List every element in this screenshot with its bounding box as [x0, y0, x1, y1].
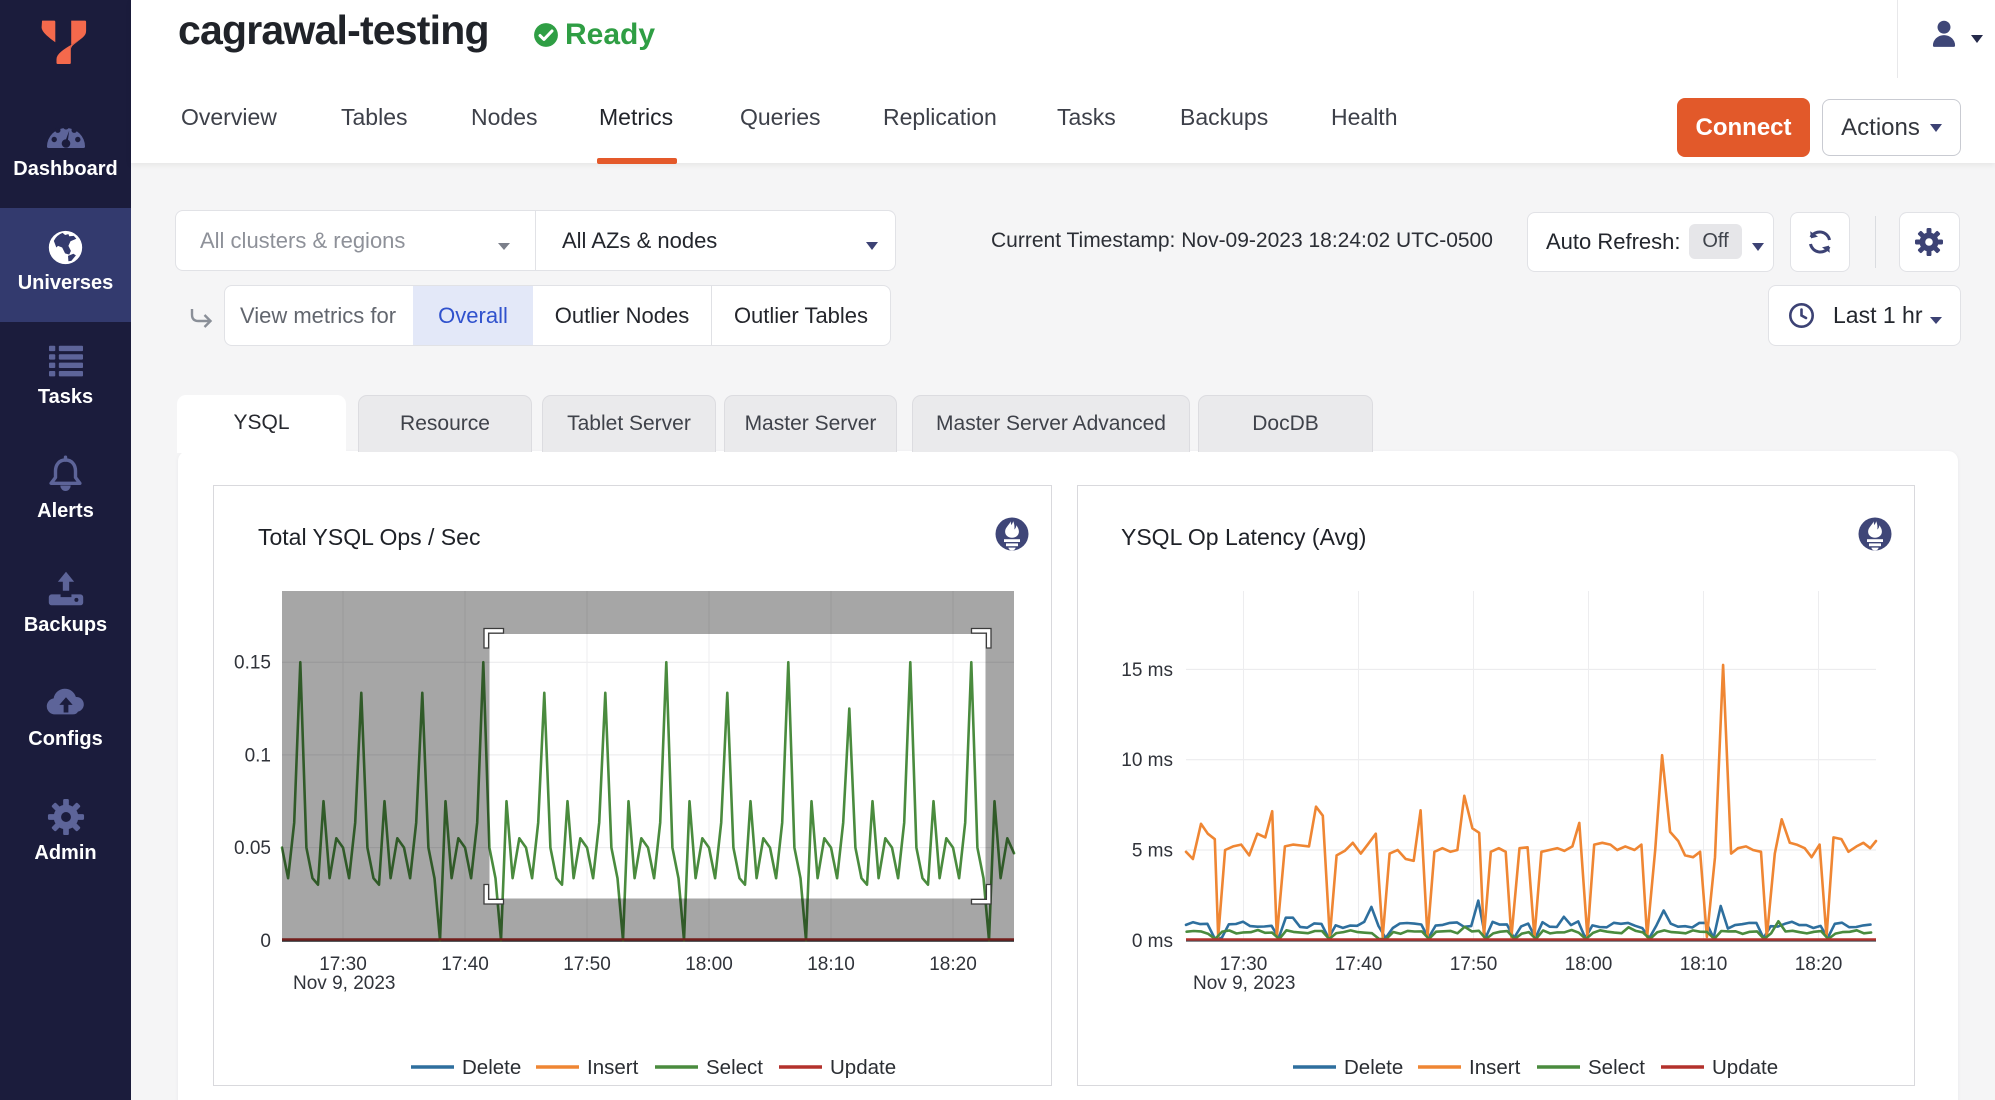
svg-text:17:40: 17:40: [441, 954, 489, 975]
svg-text:Select: Select: [706, 1056, 763, 1079]
svg-text:18:20: 18:20: [929, 954, 977, 975]
svg-text:17:30: 17:30: [1220, 954, 1268, 975]
svg-text:Update: Update: [830, 1056, 896, 1079]
svg-text:10 ms: 10 ms: [1121, 750, 1173, 771]
svg-text:17:40: 17:40: [1335, 954, 1383, 975]
svg-text:17:50: 17:50: [1450, 954, 1498, 975]
svg-text:Insert: Insert: [587, 1056, 639, 1079]
svg-text:Insert: Insert: [1469, 1056, 1521, 1079]
svg-text:0.1: 0.1: [245, 745, 271, 766]
svg-text:18:10: 18:10: [807, 954, 855, 975]
svg-text:Delete: Delete: [462, 1056, 521, 1079]
svg-text:Select: Select: [1588, 1056, 1645, 1079]
svg-text:18:10: 18:10: [1680, 954, 1728, 975]
svg-text:Nov 9, 2023: Nov 9, 2023: [1193, 973, 1295, 994]
svg-text:15 ms: 15 ms: [1121, 660, 1173, 681]
svg-text:18:20: 18:20: [1795, 954, 1843, 975]
svg-text:18:00: 18:00: [1565, 954, 1613, 975]
svg-text:0.15: 0.15: [234, 653, 271, 674]
svg-text:YSQL Op Latency (Avg): YSQL Op Latency (Avg): [1121, 524, 1366, 550]
svg-text:17:30: 17:30: [319, 954, 367, 975]
svg-text:18:00: 18:00: [685, 954, 733, 975]
svg-text:17:50: 17:50: [563, 954, 611, 975]
svg-text:Total YSQL Ops / Sec: Total YSQL Ops / Sec: [258, 524, 480, 550]
svg-text:0.05: 0.05: [234, 838, 271, 859]
svg-text:5 ms: 5 ms: [1132, 841, 1173, 862]
svg-text:0 ms: 0 ms: [1132, 931, 1173, 952]
svg-text:0: 0: [260, 931, 271, 952]
svg-text:Delete: Delete: [1344, 1056, 1403, 1079]
svg-text:Update: Update: [1712, 1056, 1778, 1079]
svg-text:Nov 9, 2023: Nov 9, 2023: [293, 973, 395, 994]
